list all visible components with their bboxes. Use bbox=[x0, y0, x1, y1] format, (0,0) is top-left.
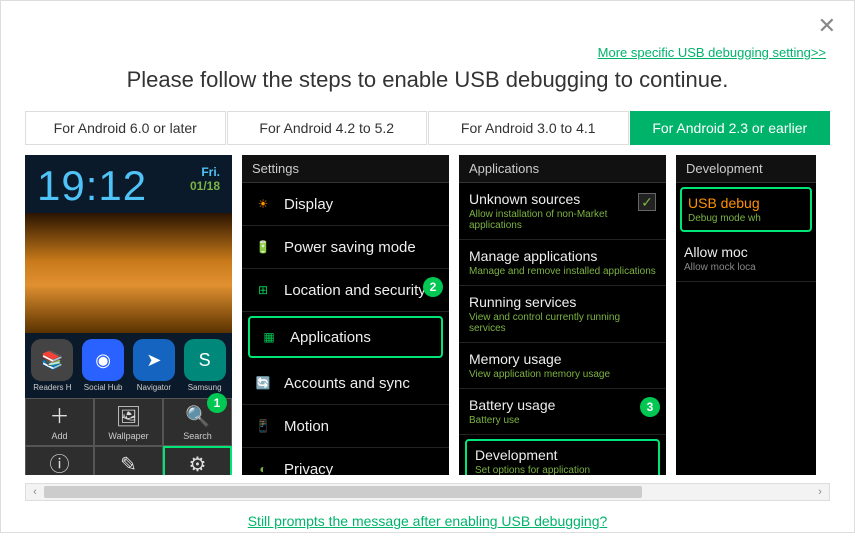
step-4-panel: Development USB debugDebug mode wh Allow… bbox=[676, 155, 816, 475]
home-add-button: ＋Add bbox=[25, 398, 94, 446]
step-badge-2: 2 bbox=[423, 277, 443, 297]
settings-row-location: ⊞Location and security2 bbox=[242, 269, 449, 312]
home-wallpaper bbox=[25, 213, 232, 333]
still-prompts-link[interactable]: Still prompts the message after enabling… bbox=[248, 513, 608, 529]
battery-icon: 🔋 bbox=[252, 236, 274, 258]
clock-day: Fri. bbox=[190, 165, 220, 179]
scroll-thumb[interactable] bbox=[44, 486, 642, 498]
dock-app: ➤Navigator bbox=[133, 339, 175, 392]
settings-row-display: ☀Display bbox=[242, 183, 449, 226]
wallpaper-icon: 🖼 bbox=[97, 405, 160, 429]
horizontal-scrollbar[interactable]: ‹ › bbox=[25, 483, 830, 501]
tab-android-4-2[interactable]: For Android 4.2 to 5.2 bbox=[227, 111, 428, 145]
tab-android-3[interactable]: For Android 3.0 to 4.1 bbox=[428, 111, 629, 145]
dialog-heading: Please follow the steps to enable USB de… bbox=[25, 67, 830, 93]
more-settings-link[interactable]: More specific USB debugging setting>> bbox=[598, 45, 826, 60]
dock-app: SSamsung bbox=[184, 339, 226, 392]
navigator-icon: ➤ bbox=[133, 339, 175, 381]
step-3-panel: Applications Unknown sourcesAllow instal… bbox=[459, 155, 666, 475]
settings-row-applications: ▦Applications bbox=[248, 316, 443, 358]
scroll-left-arrow-icon[interactable]: ‹ bbox=[26, 486, 44, 498]
apps-row-unknown-sources: Unknown sourcesAllow installation of non… bbox=[459, 183, 666, 240]
settings-row-motion: 📱Motion bbox=[242, 405, 449, 448]
apps-icon: ▦ bbox=[258, 326, 280, 348]
home-statusbar: 19:12 Fri. 01/18 bbox=[25, 155, 232, 213]
dock-app: ◉Social Hub bbox=[82, 339, 124, 392]
step-badge-1: 1 bbox=[207, 393, 227, 413]
gear-icon: ⚙ bbox=[166, 453, 229, 475]
pencil-icon: ✎ bbox=[97, 453, 160, 475]
plus-icon: ＋ bbox=[28, 405, 91, 429]
android-version-tabs: For Android 6.0 or later For Android 4.2… bbox=[25, 111, 830, 145]
home-dock: 📚Readers H ◉Social Hub ➤Navigator SSamsu… bbox=[25, 333, 232, 398]
apps-row-battery: Battery usageBattery use3 bbox=[459, 389, 666, 435]
privacy-icon: ◐ bbox=[252, 458, 274, 475]
steps-scroll-area: 19:12 Fri. 01/18 📚Readers H ◉Social Hub … bbox=[25, 155, 830, 501]
scroll-track[interactable] bbox=[44, 484, 811, 500]
home-edit-button: ✎Edit bbox=[94, 446, 163, 475]
info-icon: ⓘ bbox=[28, 453, 91, 475]
samsung-icon: S bbox=[184, 339, 226, 381]
apps-row-running: Running servicesView and control current… bbox=[459, 286, 666, 343]
tab-android-6[interactable]: For Android 6.0 or later bbox=[25, 111, 226, 145]
settings-row-accounts: 🔄Accounts and sync bbox=[242, 362, 449, 405]
dev-row-usb-debugging: USB debugDebug mode wh bbox=[680, 187, 812, 232]
readers-hub-icon: 📚 bbox=[31, 339, 73, 381]
home-search-button: 🔍Search1 bbox=[163, 398, 232, 446]
step-2-panel: Settings ☀Display 🔋Power saving mode ⊞Lo… bbox=[242, 155, 449, 475]
step-1-panel: 19:12 Fri. 01/18 📚Readers H ◉Social Hub … bbox=[25, 155, 232, 475]
clock-date: 01/18 bbox=[190, 179, 220, 193]
home-settings-button: ⚙Settings bbox=[163, 446, 232, 475]
apps-row-manage: Manage applicationsManage and remove ins… bbox=[459, 240, 666, 286]
sun-icon: ☀ bbox=[252, 193, 274, 215]
apps-row-memory: Memory usageView application memory usag… bbox=[459, 343, 666, 389]
tab-android-2-3[interactable]: For Android 2.3 or earlier bbox=[630, 111, 831, 145]
settings-row-power: 🔋Power saving mode bbox=[242, 226, 449, 269]
applications-header: Applications bbox=[459, 155, 666, 183]
settings-row-privacy: ◐Privacy bbox=[242, 448, 449, 475]
step-badge-3: 3 bbox=[640, 397, 660, 417]
dev-row-allow-mock: Allow mocAllow mock loca bbox=[676, 236, 816, 282]
phone-icon: 📱 bbox=[252, 415, 274, 437]
sync-icon: 🔄 bbox=[252, 372, 274, 394]
grid-icon: ⊞ bbox=[252, 279, 274, 301]
checkbox-checked-icon: ✓ bbox=[638, 193, 656, 211]
clock-time: 19:12 bbox=[37, 165, 147, 207]
social-hub-icon: ◉ bbox=[82, 339, 124, 381]
development-header: Development bbox=[676, 155, 816, 183]
close-icon[interactable]: ✕ bbox=[818, 13, 836, 39]
scroll-right-arrow-icon[interactable]: › bbox=[811, 486, 829, 498]
apps-row-development: DevelopmentSet options for application d… bbox=[465, 439, 660, 475]
home-wallpaper-button: 🖼Wallpaper bbox=[94, 398, 163, 446]
settings-header: Settings bbox=[242, 155, 449, 183]
home-menu-grid: ＋Add 🖼Wallpaper 🔍Search1 ⓘNotifications … bbox=[25, 398, 232, 475]
home-notifications-button: ⓘNotifications bbox=[25, 446, 94, 475]
dock-app: 📚Readers H bbox=[31, 339, 73, 392]
